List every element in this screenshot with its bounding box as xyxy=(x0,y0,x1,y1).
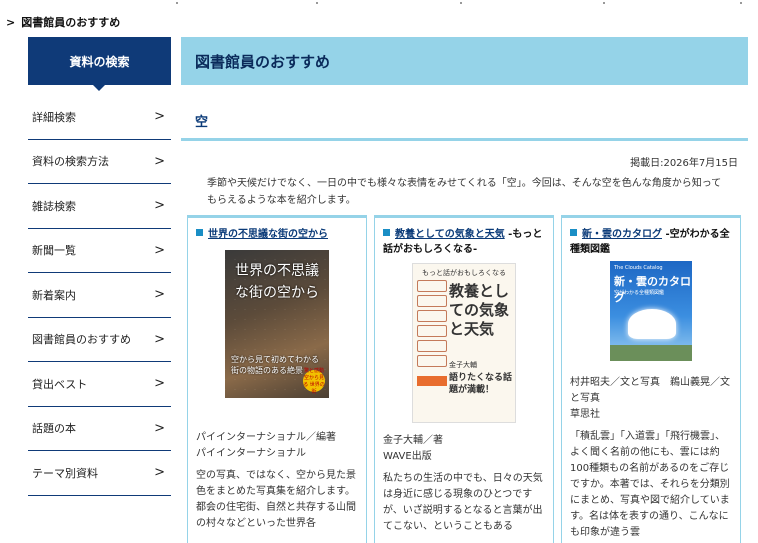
cover-subtitle: 空がわかる全種類図鑑 xyxy=(614,290,665,296)
book-description: 私たちの生活の中でも、日々の天気は身近に感じる現象のひとつですが、いざ説明すると… xyxy=(383,473,543,532)
book-title: 世界の不思議な街の空から xyxy=(188,218,366,242)
book-title-link[interactable]: 世界の不思議な街の空から xyxy=(208,229,328,240)
square-bullet-icon xyxy=(570,229,577,236)
top-dotted-line xyxy=(0,2,758,6)
chevron-right-icon: > xyxy=(154,242,165,258)
sidebar-item-label: 図書館員のおすすめ xyxy=(32,333,131,347)
section-title: 空 xyxy=(181,103,748,141)
cover-english-title: The Clouds Catalog xyxy=(614,265,663,271)
cover-title: 教養としての気象と天気 xyxy=(449,282,510,338)
sidebar-item-label: テーマ別資料 xyxy=(32,466,98,480)
sidebar-heading-label: 資料の検索 xyxy=(69,54,130,69)
page-title: 図書館員のおすすめ xyxy=(181,37,748,85)
book-cover-image[interactable]: The Clouds Catalog 新・雲のカタログ 空がわかる全種類図鑑 xyxy=(610,261,692,361)
book-author: 金子大輔／著 xyxy=(383,435,443,446)
sidebar-item-topical-books[interactable]: 話題の本 > xyxy=(28,407,171,451)
cover-ground xyxy=(610,345,692,361)
sidebar-item-label: 資料の検索方法 xyxy=(32,155,109,169)
posted-date: 掲載日:2026年7月15日 xyxy=(630,158,738,169)
sidebar-item-label: 新着案内 xyxy=(32,288,76,302)
chevron-right-icon: > xyxy=(154,331,165,347)
chevron-right-icon: > xyxy=(154,287,165,303)
sidebar-item-search-method[interactable]: 資料の検索方法 > xyxy=(28,140,171,184)
book-publisher: 草思社 xyxy=(570,409,600,420)
sidebar-item-lending-best[interactable]: 貸出ベスト > xyxy=(28,362,171,407)
breadcrumb-arrow-icon: > xyxy=(6,15,16,29)
cover-author: 金子大輔 xyxy=(449,361,477,369)
chevron-right-icon: > xyxy=(154,376,165,392)
cover-tagline: もっと話がおもしろくなる xyxy=(422,269,506,277)
cover-title: 世界の不思議な街の空から xyxy=(235,263,319,301)
cover-subtitle: 語りたくなる話題が満載！ xyxy=(449,373,513,395)
book-meta: パイインターナショナル／編著 パイインターナショナル xyxy=(188,430,366,462)
sidebar-item-label: 話題の本 xyxy=(32,422,76,436)
sidebar-list: 詳細検索 > 資料の検索方法 > 雑誌検索 > 新聞一覧 > 新着案内 > 図書館員のおす… xyxy=(28,95,171,496)
chevron-right-icon: > xyxy=(154,109,165,125)
book-description: 「積乱雲」「入道雲」「飛行機雲」、よく聞く名前の他にも、雲には約100種類もの名… xyxy=(570,431,730,538)
book-card: 新・雲のカタログ -空がわかる全種類図鑑 The Clouds Catalog … xyxy=(561,215,741,543)
cover-orange-tag xyxy=(417,376,447,386)
book-title-link[interactable]: 新・雲のカタログ xyxy=(582,229,662,240)
cover-badge: 驚と感動 空から見る 世界の街 xyxy=(303,368,325,395)
book-author: 村井昭夫／文と写真 鵜山義晃／文と写真 xyxy=(570,377,730,404)
sidebar-item-label: 貸出ベスト xyxy=(32,377,88,391)
sidebar-item-newspapers[interactable]: 新聞一覧 > xyxy=(28,229,171,273)
sidebar-heading-notch xyxy=(92,84,106,91)
book-description: 空の写真、ではなく、空から見た景色をまとめた写真集を紹介します。都会の住宅街、自… xyxy=(196,470,356,529)
book-meta: 村井昭夫／文と写真 鵜山義晃／文と写真 草思社 xyxy=(562,375,740,423)
chevron-right-icon: > xyxy=(154,465,165,481)
breadcrumb-current[interactable]: 図書館員のおすすめ xyxy=(21,14,120,30)
chevron-right-icon: > xyxy=(154,198,165,214)
book-publisher: WAVE出版 xyxy=(383,451,432,462)
intro-text: 季節や天候だけでなく、一日の中でも様々な表情をみせてくれる「空」。今回は、そんな… xyxy=(207,178,722,206)
book-cover-image[interactable]: 世界の不思議な街の空から 空から見て初めてわかる 街の物語のある絶景 驚と感動 … xyxy=(225,250,329,398)
book-card: 教養としての気象と天気 -もっと話がおもしろくなる- もっと話がおもしろくなる … xyxy=(374,215,554,543)
cover-weather-icons xyxy=(417,280,447,367)
book-publisher: パイインターナショナル xyxy=(196,448,306,459)
sidebar-item-librarian-picks[interactable]: 図書館員のおすすめ > xyxy=(28,318,171,362)
sidebar-item-label: 詳細検索 xyxy=(32,110,76,124)
book-title: 教養としての気象と天気 -もっと話がおもしろくなる- xyxy=(375,218,553,257)
cover-cloud xyxy=(628,309,676,339)
sidebar-item-label: 新聞一覧 xyxy=(32,244,76,258)
sidebar-item-detail-search[interactable]: 詳細検索 > xyxy=(28,95,171,140)
sidebar-item-label: 雑誌検索 xyxy=(32,199,76,213)
sidebar-item-theme-materials[interactable]: テーマ別資料 > xyxy=(28,451,171,496)
book-cards: 世界の不思議な街の空から 世界の不思議な街の空から 空から見て初めてわかる 街の… xyxy=(187,215,741,543)
sidebar-item-magazine-search[interactable]: 雑誌検索 > xyxy=(28,184,171,229)
book-card: 世界の不思議な街の空から 世界の不思議な街の空から 空から見て初めてわかる 街の… xyxy=(187,215,367,543)
book-title: 新・雲のカタログ -空がわかる全種類図鑑 xyxy=(562,218,740,257)
sidebar: 資料の検索 詳細検索 > 資料の検索方法 > 雑誌検索 > 新聞一覧 > 新着案内 > 図… xyxy=(28,37,171,496)
square-bullet-icon xyxy=(196,229,203,236)
square-bullet-icon xyxy=(383,229,390,236)
book-meta: 金子大輔／著 WAVE出版 xyxy=(375,433,553,465)
chevron-right-icon: > xyxy=(154,420,165,436)
book-cover-image[interactable]: もっと話がおもしろくなる 教養としての気象と天気 金子大輔 語りたくなる話題が満… xyxy=(412,263,516,423)
sidebar-item-new-arrivals[interactable]: 新着案内 > xyxy=(28,273,171,318)
book-title-link[interactable]: 教養としての気象と天気 xyxy=(395,229,505,240)
main-content: 図書館員のおすすめ 空 掲載日:2026年7月15日 季節や天候だけでなく、一日… xyxy=(181,37,748,209)
chevron-right-icon: > xyxy=(154,153,165,169)
breadcrumb: > 図書館員のおすすめ xyxy=(6,14,120,30)
book-author: パイインターナショナル／編著 xyxy=(196,432,336,443)
sidebar-heading[interactable]: 資料の検索 xyxy=(28,37,171,91)
